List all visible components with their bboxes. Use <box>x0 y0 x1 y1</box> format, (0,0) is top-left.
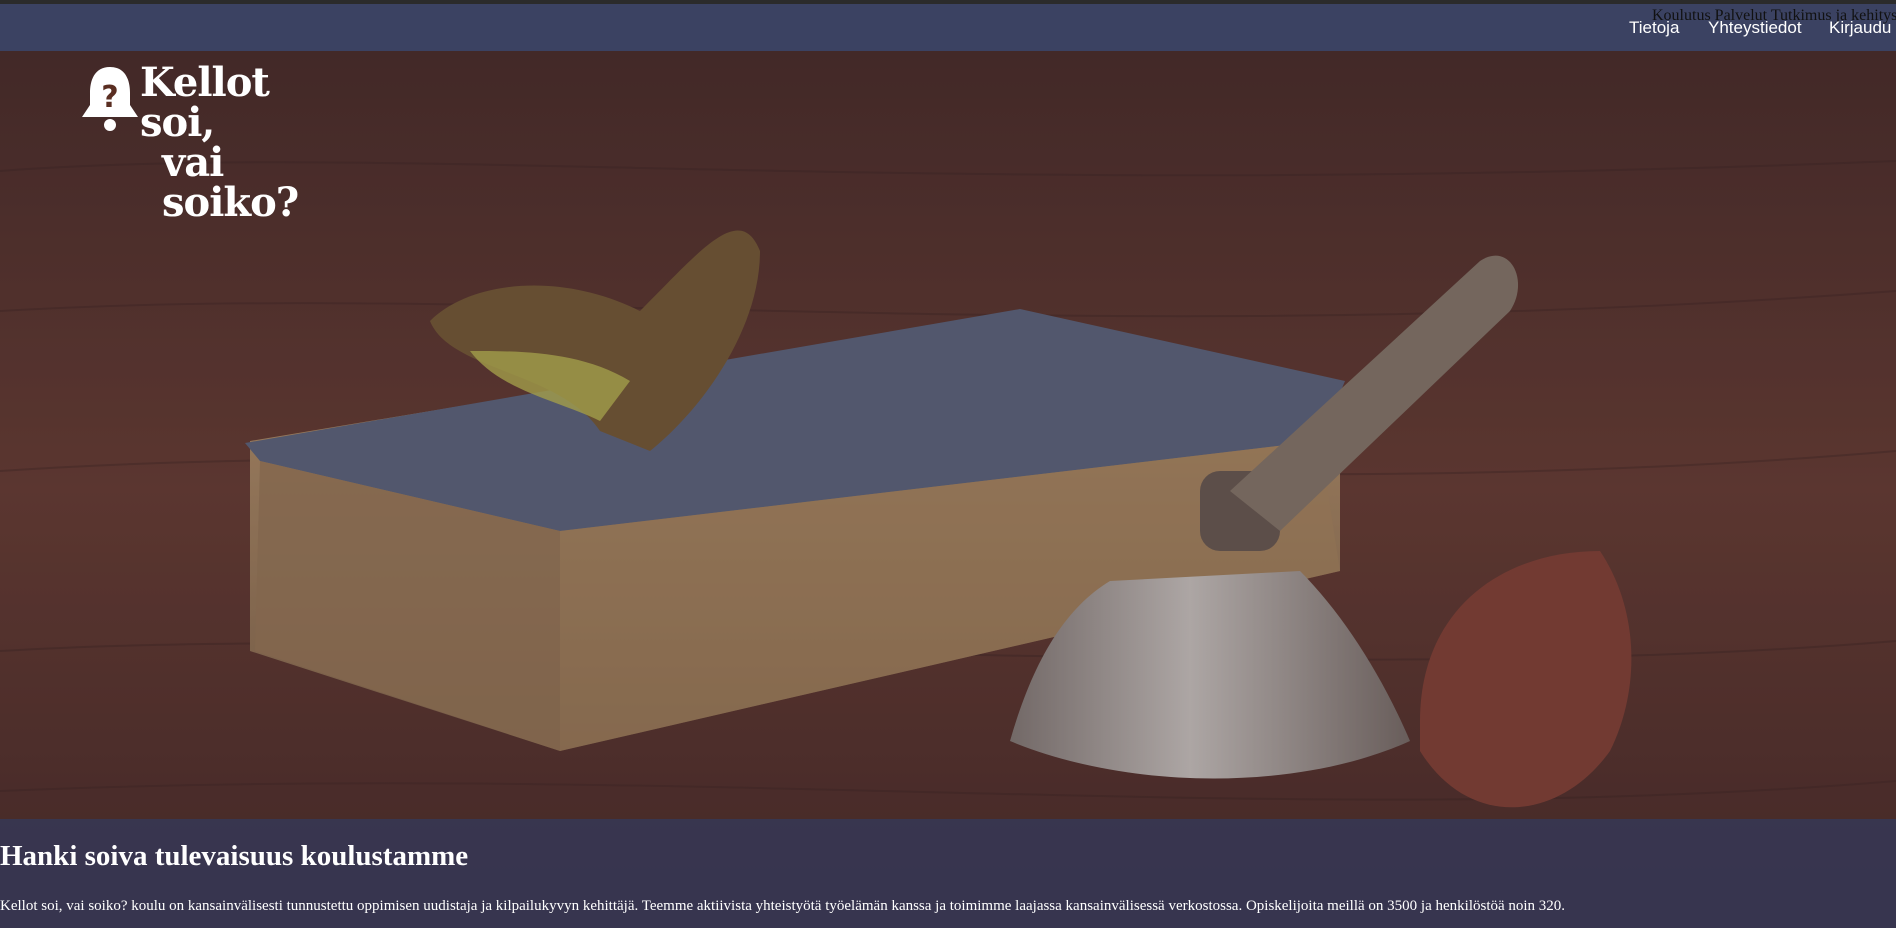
bell-question-icon: ? <box>82 67 138 131</box>
logo-text: Kellot soi, vai soiko? <box>140 63 350 223</box>
svg-text:?: ? <box>101 80 118 115</box>
nav-link-tietoja[interactable]: Tietoja <box>1629 18 1679 38</box>
nav-link-kirjaudu[interactable]: Kirjaudu <box>1829 18 1891 38</box>
logo-line-1: Kellot soi, <box>140 59 270 146</box>
hero-section: ? Kellot soi, vai soiko? <box>0 51 1896 928</box>
logo-line-2: vai soiko? <box>162 139 299 226</box>
site-logo[interactable]: ? Kellot soi, vai soiko? <box>80 61 350 223</box>
top-navbar: Koulutus Palvelut Tutkimus ja kehitys Ti… <box>0 4 1896 51</box>
hero-headline: Hanki soiva tulevaisuus koulustamme <box>0 840 469 872</box>
hero-intro-text: Kellot soi, vai soiko? koulu on kansainv… <box>0 898 1566 914</box>
nav-link-yhteystiedot[interactable]: Yhteystiedot <box>1708 18 1802 38</box>
